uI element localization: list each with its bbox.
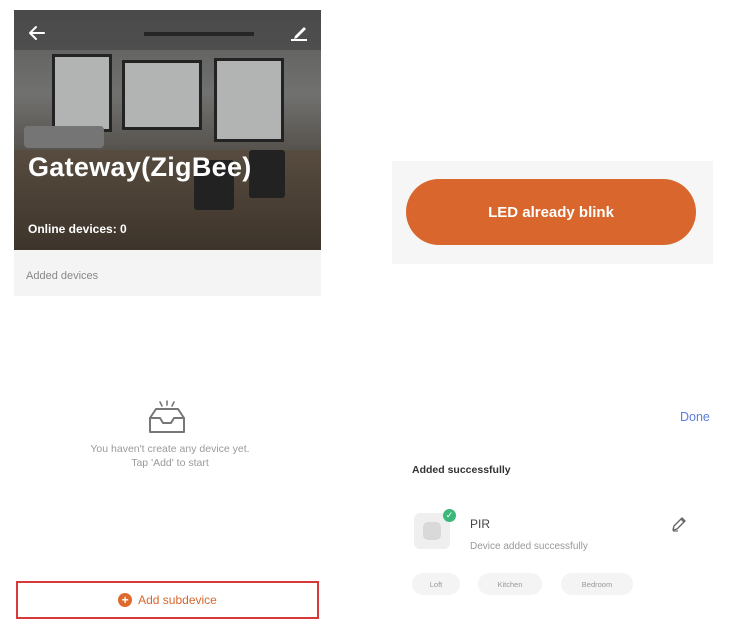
done-button[interactable]: Done	[680, 410, 710, 424]
edit-icon[interactable]	[289, 24, 309, 42]
gateway-hero-image: Gateway(ZigBee) Online devices: 0	[14, 10, 321, 250]
empty-state-line: Tap 'Add' to start	[131, 457, 209, 469]
added-successfully-heading: Added successfully	[412, 464, 511, 476]
check-icon: ✓	[443, 509, 456, 522]
added-devices-section-label: Added devices	[14, 250, 321, 296]
pencil-icon[interactable]	[670, 515, 688, 533]
led-already-blink-button[interactable]: LED already blink	[406, 179, 696, 245]
room-chip-loft[interactable]: Loft	[412, 573, 460, 595]
online-devices-count: Online devices: 0	[28, 222, 127, 236]
plus-icon: +	[118, 593, 133, 607]
empty-state-line: You haven't create any device yet.	[90, 443, 250, 455]
led-confirm-panel: LED already blink	[392, 161, 713, 264]
add-subdevice-label: Add subdevice	[138, 593, 217, 607]
empty-box-icon	[146, 400, 188, 436]
back-arrow-icon[interactable]	[28, 24, 46, 42]
sensor-icon	[423, 522, 441, 540]
device-name: PIR	[470, 517, 491, 531]
add-subdevice-button[interactable]: + Add subdevice	[16, 581, 319, 619]
image-overlay	[14, 10, 321, 250]
room-chip-bedroom[interactable]: Bedroom	[561, 573, 633, 595]
gateway-title: Gateway(ZigBee)	[28, 152, 252, 182]
device-icon: ✓	[414, 509, 456, 549]
room-chip-kitchen[interactable]: Kitchen	[478, 573, 542, 595]
empty-state-message: You haven't create any device yet. Tap '…	[40, 442, 300, 470]
device-status: Device added successfully	[470, 541, 588, 552]
